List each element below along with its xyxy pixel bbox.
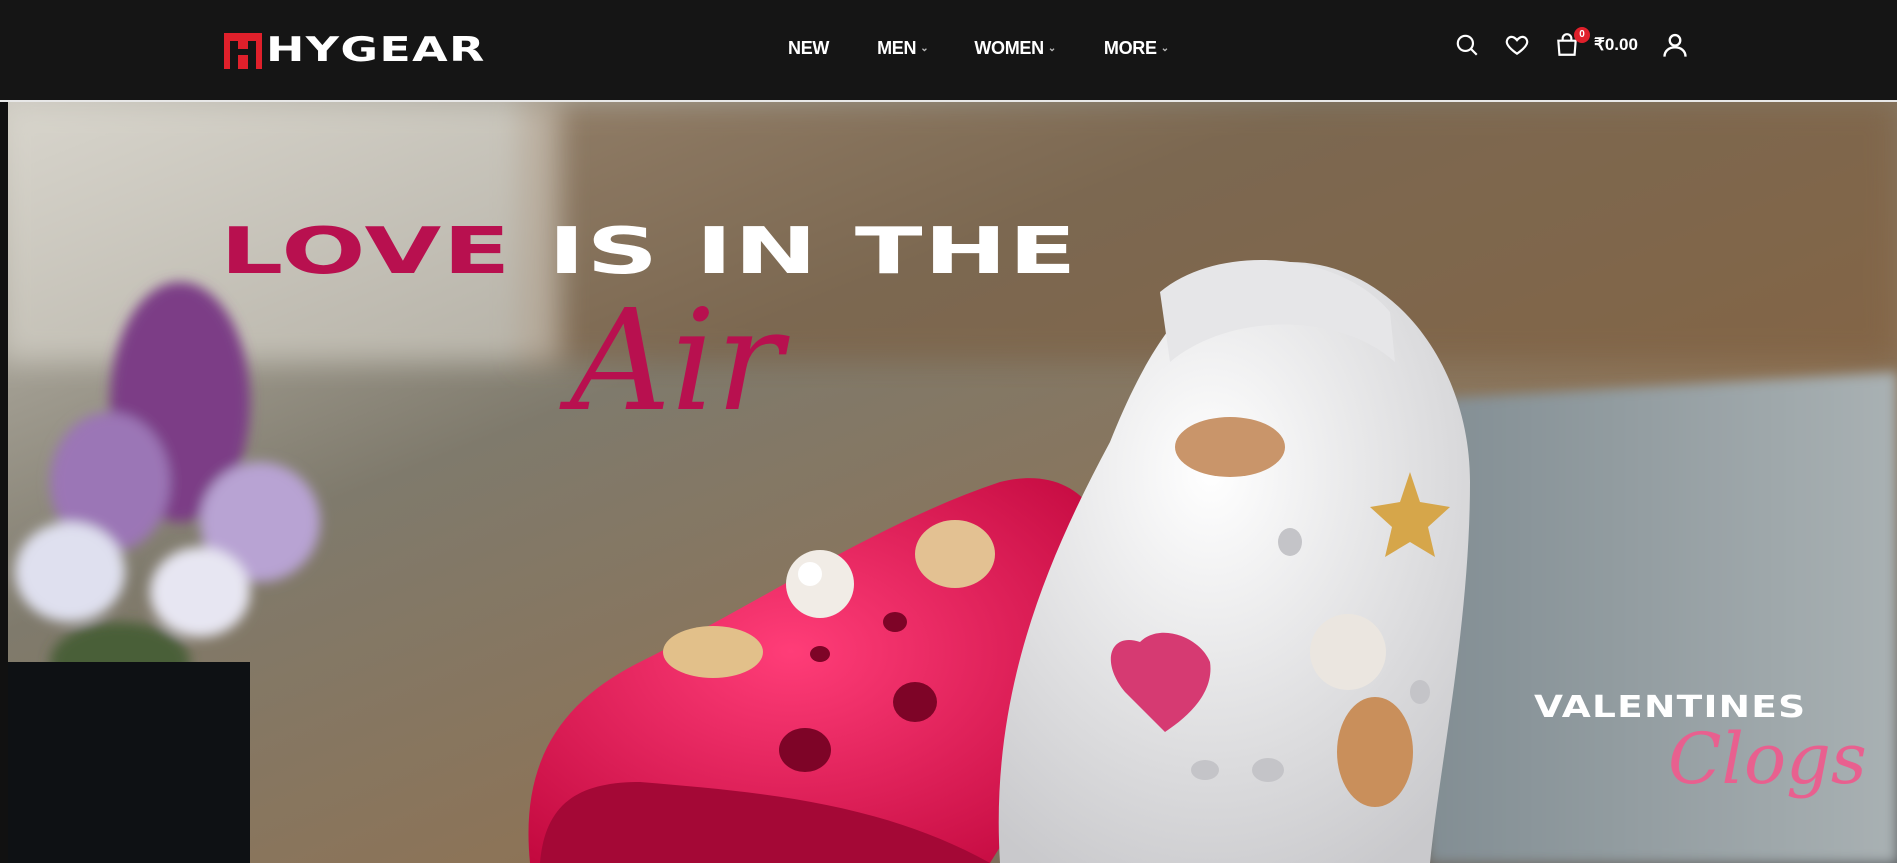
nav-item-new[interactable]: NEW [788,38,829,59]
nav-item-men[interactable]: MEN ⌄ [877,38,929,59]
nav-item-women[interactable]: WOMEN ⌄ [974,38,1056,59]
logo-mark-icon [224,33,262,69]
nav-item-label: NEW [788,38,830,58]
main-nav: NEW MEN ⌄ WOMEN ⌄ MORE ⌄ [788,38,1169,59]
search-icon [1456,34,1478,56]
cart-total[interactable]: ₹0.00 [1594,35,1638,55]
site-header: HYGEAR NEW MEN ⌄ WOMEN ⌄ MORE ⌄ 0 ₹0.00 [0,0,1897,102]
nav-item-label: WOMEN [974,38,1044,58]
hero-headline: LOVE IS IN THE [220,220,1078,284]
wishlist-button[interactable] [1502,30,1532,60]
chevron-down-icon: ⌄ [1047,43,1056,54]
heart-icon [1505,35,1529,55]
user-icon [1663,33,1687,57]
nav-item-label: MEN [877,38,917,58]
nav-item-label: MORE [1103,38,1157,58]
account-button[interactable] [1660,30,1690,60]
promo-script: Clogs [1668,718,1867,800]
chevron-down-icon: ⌄ [1160,43,1169,54]
hero-left-edge [0,102,8,863]
brand-name: HYGEAR [266,30,486,70]
hero-banner[interactable]: LOVE IS IN THE Air VALENTINES Clogs [0,102,1897,863]
nav-item-more[interactable]: MORE ⌄ [1104,38,1169,59]
headline-script: Air [570,280,783,443]
cart-button[interactable]: 0 [1552,27,1590,60]
headline-love: LOVE [220,215,513,289]
chevron-down-icon: ⌄ [920,43,929,54]
cart-count-badge: 0 [1574,27,1590,43]
search-button[interactable] [1452,30,1482,60]
headline-rest: IS IN THE [548,215,1078,289]
header-actions: 0 ₹0.00 [1452,27,1690,60]
brand-logo[interactable]: HYGEAR [224,30,484,70]
